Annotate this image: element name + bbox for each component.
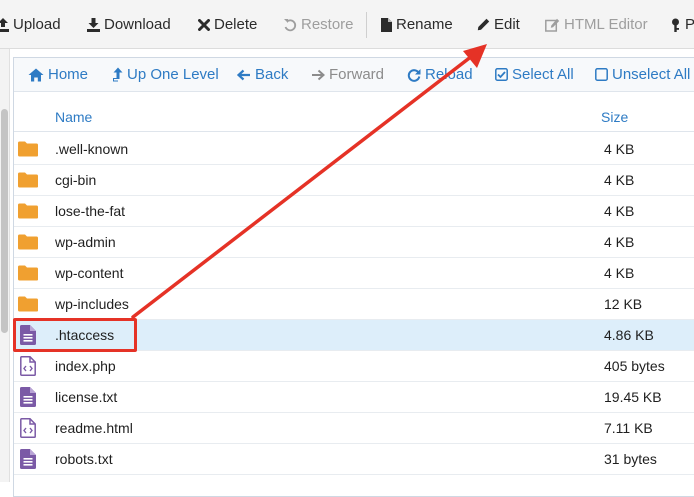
rename-label: Rename bbox=[396, 16, 453, 33]
table-row[interactable]: wp-content 4 KB bbox=[14, 258, 694, 289]
checkbox-empty-icon bbox=[595, 68, 608, 81]
file-size: 12 KB bbox=[604, 296, 643, 312]
delete-button[interactable]: Delete bbox=[198, 0, 257, 49]
file-size: 4 KB bbox=[604, 141, 635, 157]
home-label: Home bbox=[48, 66, 89, 83]
home-button[interactable]: Home bbox=[28, 58, 88, 91]
edit-button[interactable]: Edit bbox=[477, 0, 520, 49]
back-label: Back bbox=[255, 66, 289, 83]
delete-label: Delete bbox=[214, 16, 258, 33]
up-one-level-button[interactable]: Up One Level bbox=[113, 58, 219, 91]
folder-icon bbox=[18, 234, 38, 253]
code-file-icon bbox=[20, 418, 36, 441]
file-name[interactable]: wp-includes bbox=[55, 296, 129, 312]
file-size: 7.11 KB bbox=[604, 420, 653, 436]
file-name[interactable]: wp-admin bbox=[55, 234, 116, 250]
file-size: 19.45 KB bbox=[604, 389, 662, 405]
file-name[interactable]: robots.txt bbox=[55, 451, 113, 467]
left-scrollbar[interactable] bbox=[0, 49, 10, 482]
table-row[interactable]: cgi-bin 4 KB bbox=[14, 165, 694, 196]
file-name[interactable]: license.txt bbox=[55, 389, 117, 405]
html-editor-label: HTML Editor bbox=[564, 16, 648, 33]
file-name[interactable]: .well-known bbox=[55, 141, 128, 157]
file-name[interactable]: cgi-bin bbox=[55, 172, 96, 188]
table-row[interactable]: wp-admin 4 KB bbox=[14, 227, 694, 258]
name-column-header[interactable]: Name bbox=[55, 109, 92, 125]
up-one-level-label: Up One Level bbox=[127, 66, 219, 83]
file-size: 4 KB bbox=[604, 234, 635, 250]
refresh-icon bbox=[407, 68, 421, 82]
highlight-box bbox=[13, 318, 137, 352]
rename-button[interactable]: Rename bbox=[381, 0, 453, 49]
file-name[interactable]: readme.html bbox=[55, 420, 133, 436]
download-icon bbox=[87, 17, 100, 32]
navigation-bar: Home Up One Level Back Forward Reload Se… bbox=[14, 58, 694, 92]
file-size: 4 KB bbox=[604, 172, 635, 188]
folder-icon bbox=[18, 172, 38, 191]
file-size: 405 bytes bbox=[604, 358, 665, 374]
upload-icon bbox=[0, 17, 9, 32]
table-row[interactable]: .well-known 4 KB bbox=[14, 134, 694, 165]
folder-icon bbox=[18, 265, 38, 284]
text-file-icon bbox=[20, 449, 36, 472]
arrow-left-icon bbox=[237, 69, 250, 80]
key-icon bbox=[672, 18, 679, 32]
forward-button[interactable]: Forward bbox=[311, 58, 384, 91]
upload-button[interactable]: Upload bbox=[0, 0, 61, 49]
text-file-icon bbox=[20, 387, 36, 410]
restore-label: Restore bbox=[301, 16, 354, 33]
forward-label: Forward bbox=[329, 66, 385, 83]
unselect-all-label: Unselect All bbox=[612, 66, 691, 83]
reload-label: Reload bbox=[425, 66, 473, 83]
level-up-icon bbox=[113, 67, 123, 82]
code-file-icon bbox=[20, 356, 36, 379]
scrollbar-thumb[interactable] bbox=[1, 109, 8, 333]
pencil-icon bbox=[477, 18, 490, 31]
close-icon bbox=[198, 18, 210, 31]
checkbox-checked-icon bbox=[495, 68, 508, 81]
file-icon bbox=[381, 17, 392, 32]
file-size: 4.86 KB bbox=[604, 327, 654, 343]
file-name[interactable]: index.php bbox=[55, 358, 116, 374]
permissions-button[interactable]: P bbox=[670, 0, 694, 49]
undo-icon bbox=[284, 18, 297, 31]
back-button[interactable]: Back bbox=[237, 58, 288, 91]
folder-icon bbox=[18, 141, 38, 160]
table-row[interactable]: index.php 405 bytes bbox=[14, 351, 694, 382]
select-all-button[interactable]: Select All bbox=[495, 58, 574, 91]
unselect-all-button[interactable]: Unselect All bbox=[595, 58, 690, 91]
home-icon bbox=[28, 68, 44, 81]
file-size: 4 KB bbox=[604, 265, 635, 281]
table-row[interactable]: robots.txt 31 bytes bbox=[14, 444, 694, 475]
permissions-label: P bbox=[685, 16, 694, 33]
restore-button[interactable]: Restore bbox=[283, 0, 354, 49]
edit-square-icon bbox=[545, 18, 560, 32]
file-panel: Home Up One Level Back Forward Reload Se… bbox=[13, 57, 694, 497]
folder-icon bbox=[18, 203, 38, 222]
table-row[interactable]: wp-includes 12 KB bbox=[14, 289, 694, 320]
table-row[interactable]: readme.html 7.11 KB bbox=[14, 413, 694, 444]
edit-label: Edit bbox=[494, 16, 520, 33]
download-button[interactable]: Download bbox=[87, 0, 171, 49]
file-name[interactable]: lose-the-fat bbox=[55, 203, 125, 219]
arrow-right-icon bbox=[312, 69, 325, 80]
html-editor-button[interactable]: HTML Editor bbox=[545, 0, 648, 49]
folder-icon bbox=[18, 296, 38, 315]
file-size: 4 KB bbox=[604, 203, 635, 219]
upload-label: Upload bbox=[13, 16, 61, 33]
table-row[interactable]: lose-the-fat 4 KB bbox=[14, 196, 694, 227]
select-all-label: Select All bbox=[512, 66, 574, 83]
file-name[interactable]: wp-content bbox=[55, 265, 123, 281]
download-label: Download bbox=[104, 16, 171, 33]
size-column-header[interactable]: Size bbox=[601, 109, 628, 125]
file-table-header: Name Size bbox=[14, 103, 694, 132]
toolbar-divider bbox=[366, 12, 367, 38]
file-toolbar: Upload Download Delete Restore Rename Ed… bbox=[0, 0, 694, 49]
table-row[interactable]: license.txt 19.45 KB bbox=[14, 382, 694, 413]
file-size: 31 bytes bbox=[604, 451, 657, 467]
reload-button[interactable]: Reload bbox=[407, 58, 473, 91]
